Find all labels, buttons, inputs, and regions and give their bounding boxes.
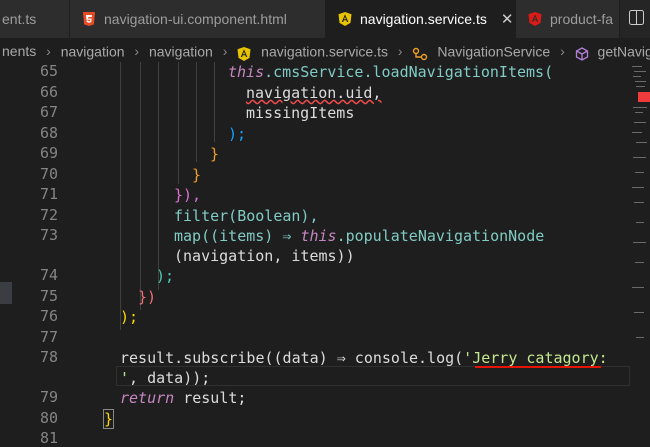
indent-guide (158, 62, 159, 290)
code-line: result.subscribe((data) ⇒ console.log('J… (120, 349, 608, 367)
chevron-right-icon: › (397, 43, 403, 60)
code-line: ); (120, 308, 139, 326)
annotation-underline (475, 366, 601, 368)
line-number: 70 (39, 165, 58, 183)
tab-label: navigation-ui.component.html (104, 11, 287, 27)
angular-icon (528, 12, 542, 26)
line-number: 68 (39, 124, 58, 142)
breadcrumb-item[interactable]: getNavigation (598, 43, 650, 59)
code-line: }), (174, 186, 202, 204)
breadcrumb-item[interactable]: navigation.service.ts (261, 43, 388, 59)
line-number: 75 (39, 287, 58, 305)
indent-guide (140, 62, 141, 310)
editor-tab-bar: ent.ts navigation-ui.component.html navi… (0, 0, 650, 38)
tab-label: ent.ts (2, 11, 37, 27)
code-line: navigation.uid, (246, 84, 382, 102)
line-number: 71 (39, 185, 58, 203)
indent-guide (178, 62, 179, 184)
line-number: 79 (39, 388, 58, 406)
tab-product-facade[interactable]: product-fa (516, 0, 620, 38)
chevron-right-icon: › (222, 43, 228, 60)
code-line: map((items) ⇒ this.populateNavigationNod… (174, 227, 545, 245)
breadcrumb: nents › navigation › navigation › naviga… (0, 38, 650, 62)
code-line: } (192, 166, 202, 184)
class-icon (412, 44, 428, 61)
indent-guide (214, 62, 215, 142)
line-number: 80 (39, 409, 58, 427)
html5-icon (82, 12, 96, 26)
method-icon (575, 44, 589, 62)
tab-label: product-fa (550, 11, 614, 27)
breadcrumb-item[interactable]: navigation (61, 43, 125, 59)
line-number: 74 (39, 266, 58, 284)
close-icon[interactable]: ✕ (501, 10, 514, 28)
tab-navigation-ui-component-html[interactable]: navigation-ui.component.html (70, 0, 326, 38)
indent-guide (120, 62, 121, 330)
code-line: }) (138, 288, 157, 306)
line-number: 81 (39, 429, 58, 447)
line-number: 76 (39, 307, 58, 325)
chevron-right-icon: › (46, 43, 51, 60)
line-number: 77 (39, 328, 58, 346)
chevron-right-icon: › (560, 43, 565, 60)
line-number: 73 (39, 226, 58, 244)
code-line: return result; (120, 389, 247, 407)
line-number: 66 (39, 83, 58, 101)
code-line: this.cmsService.loadNavigationItems( (228, 63, 554, 81)
code-line: ); (228, 125, 247, 143)
code-line: missingItems (246, 104, 355, 122)
code-line: (navigation, items)) (174, 247, 355, 265)
angular-icon (237, 44, 251, 62)
indent-guide (196, 62, 197, 162)
code-line: } (210, 145, 220, 163)
line-number: 65 (39, 62, 58, 80)
line-number: 72 (39, 206, 58, 224)
code-line: ', data)); (120, 369, 211, 387)
split-editor-icon[interactable] (629, 10, 644, 25)
tab-component-ts[interactable]: ent.ts (0, 0, 70, 38)
code-line: filter(Boolean), (174, 207, 319, 225)
breadcrumb-item[interactable]: NavigationService (437, 43, 550, 59)
code-editor[interactable]: this.cmsService.loadNavigationItems( nav… (100, 62, 630, 443)
tab-label: navigation.service.ts (360, 11, 487, 27)
code-line: ); (156, 267, 175, 285)
minimap[interactable] (630, 62, 650, 443)
tab-navigation-service-ts[interactable]: navigation.service.ts ✕ (326, 0, 516, 38)
line-number-gutter: 65 66 67 68 69 70 71 72 73 74 75 76 77 7… (0, 62, 100, 447)
breadcrumb-item[interactable]: nents (2, 43, 36, 59)
line-number: 67 (39, 103, 58, 121)
breadcrumb-item[interactable]: navigation (149, 43, 213, 59)
chevron-right-icon: › (134, 43, 140, 60)
line-number: 69 (39, 144, 58, 162)
line-number: 78 (39, 348, 58, 366)
angular-icon (338, 12, 352, 26)
code-line: } (102, 409, 115, 429)
